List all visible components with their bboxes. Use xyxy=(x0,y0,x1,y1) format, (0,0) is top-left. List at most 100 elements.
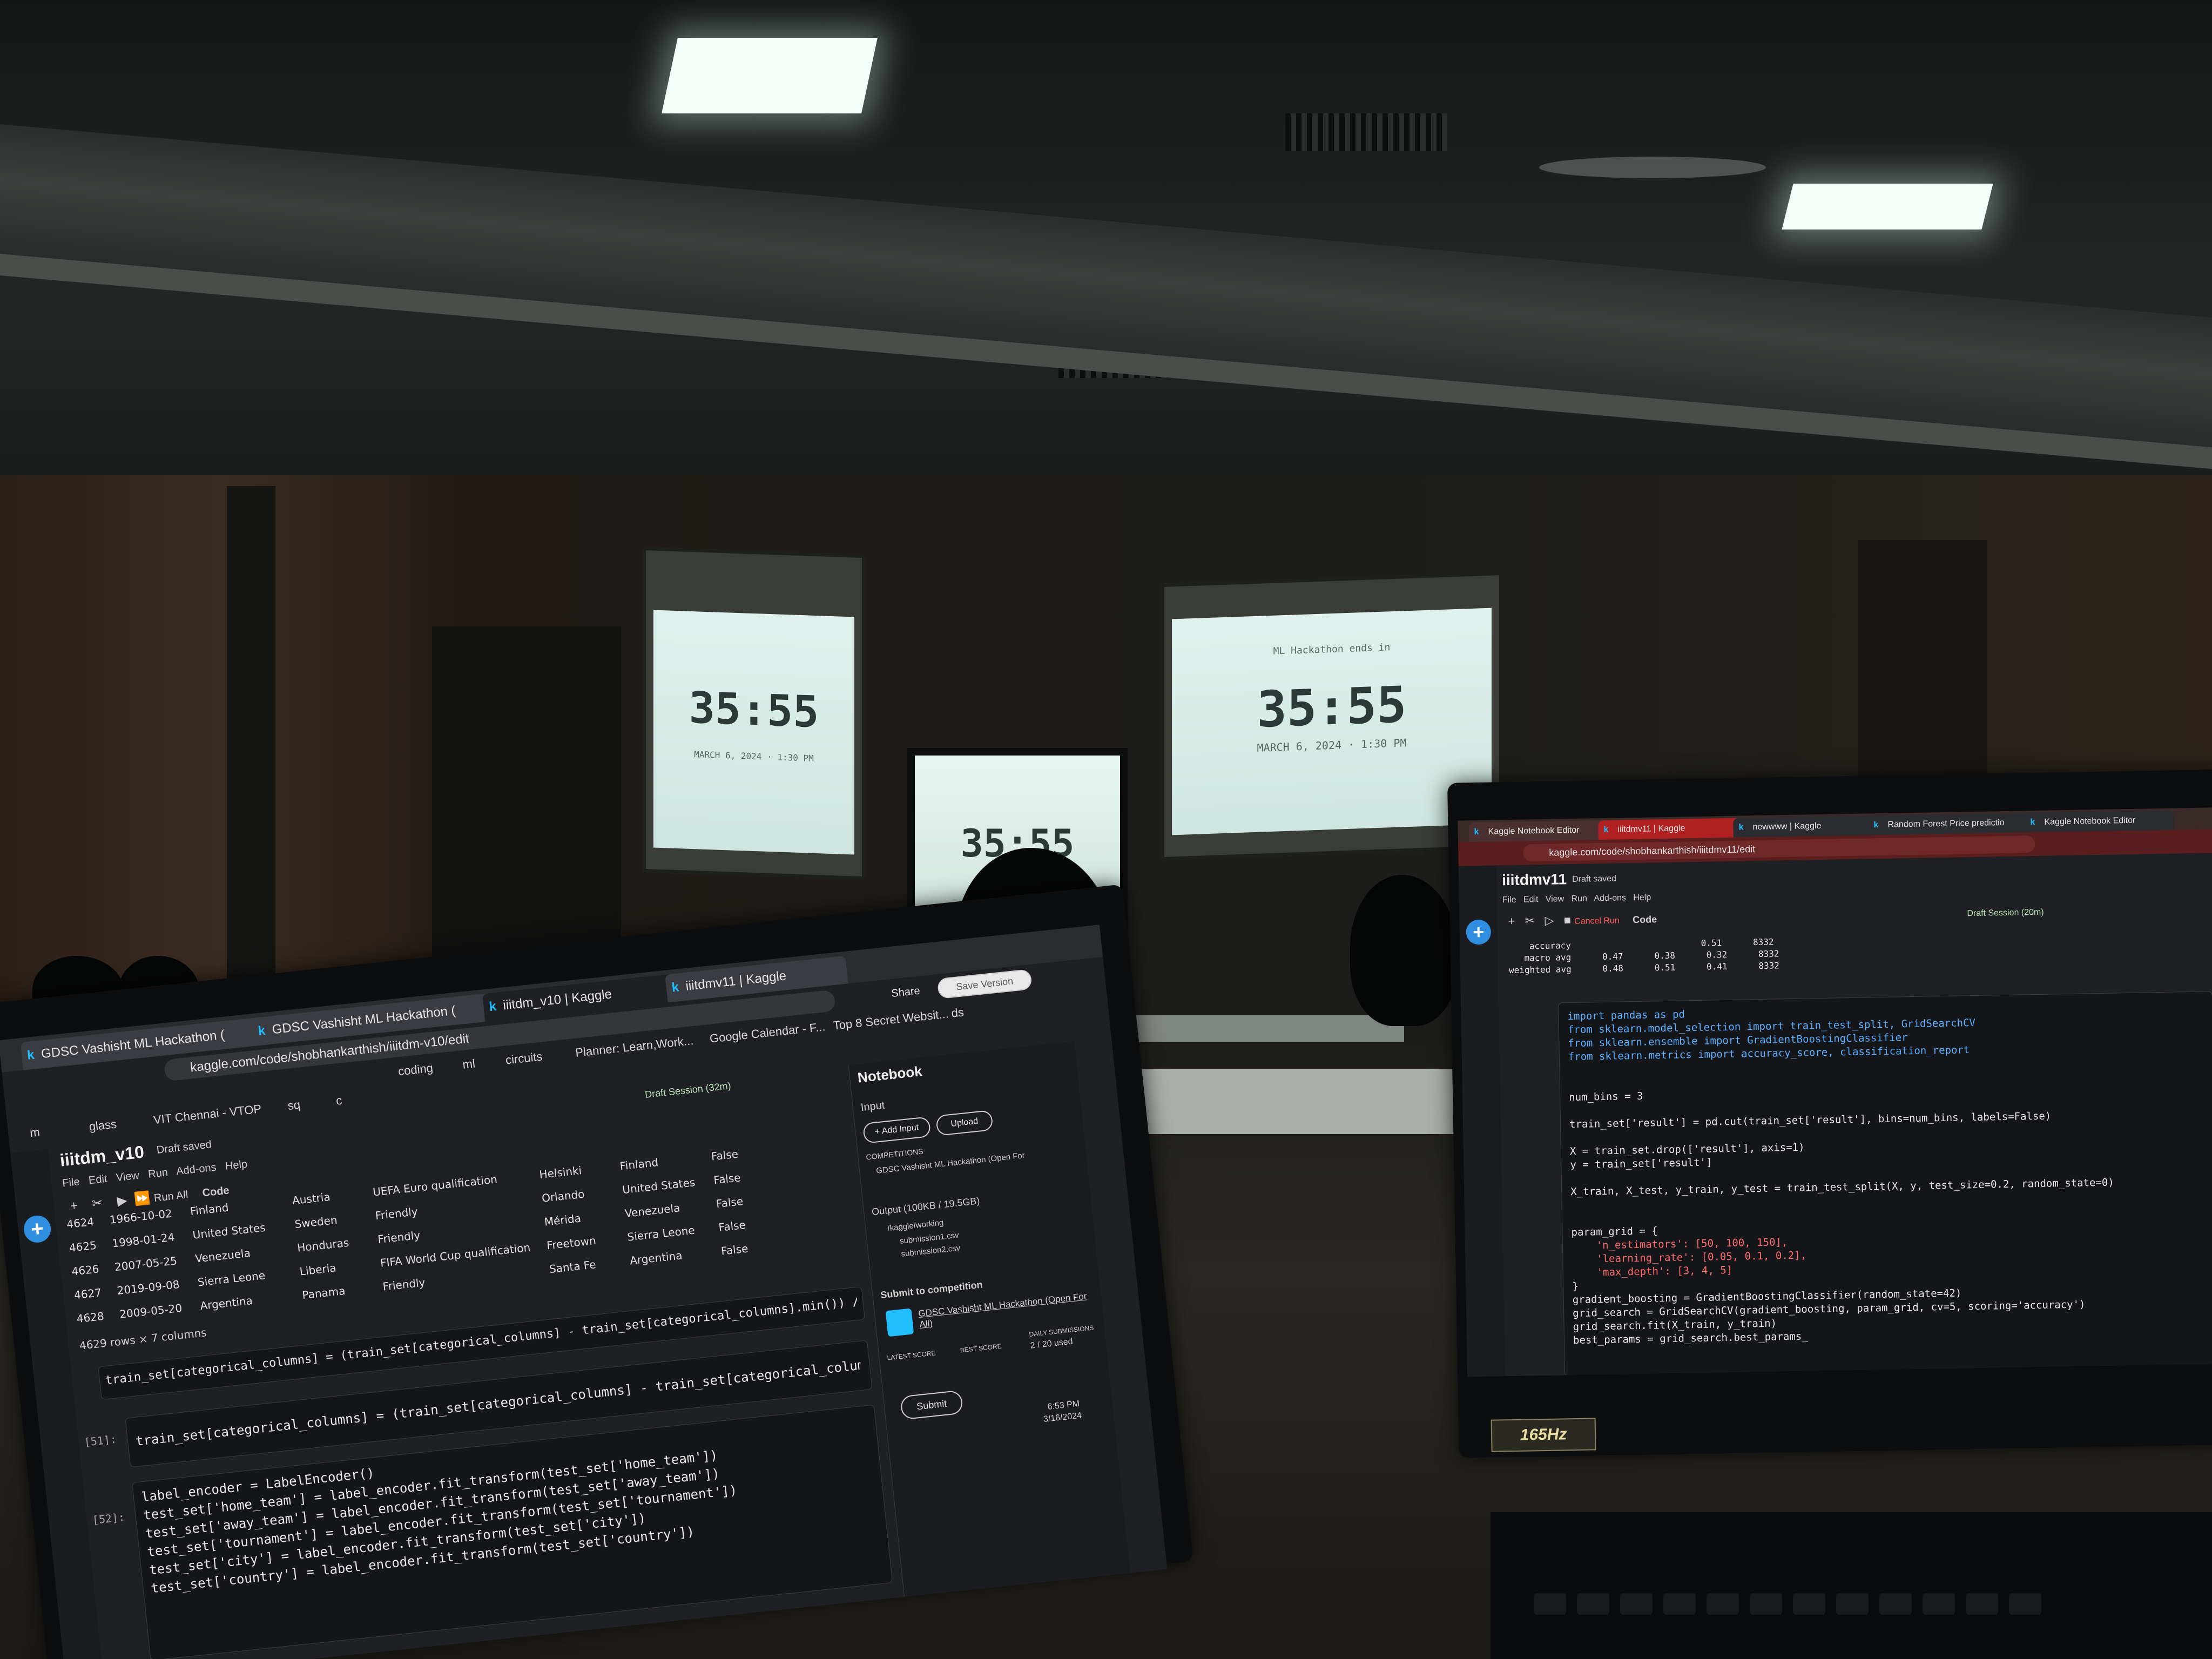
cell-neutral: False xyxy=(713,1171,741,1187)
browser-tab[interactable]: k Kaggle Notebook Editor xyxy=(2025,810,2174,833)
browser-tab[interactable]: k Kaggle Notebook Editor xyxy=(1468,820,1613,842)
run-icon[interactable]: ▷ xyxy=(1545,914,1554,927)
menu-file[interactable]: File xyxy=(1502,895,1516,905)
browser-tab-active[interactable]: k iiitdmv11 | Kaggle xyxy=(1598,818,1748,840)
browser-tab[interactable]: k Random Forest Price predictio xyxy=(1868,812,2039,835)
cell-date: 1966-10-02 xyxy=(109,1206,173,1226)
key xyxy=(2009,1593,2041,1615)
menu-addons[interactable]: Add-ons xyxy=(176,1162,217,1178)
menu-addons[interactable]: Add-ons xyxy=(1594,893,1626,903)
kaggle-icon: k xyxy=(257,1023,266,1039)
bookmark[interactable]: coding xyxy=(397,1061,434,1079)
left-laptop: k GDSC Vashisht ML Hackathon ( k GDSC Vash… xyxy=(0,884,1194,1659)
output-header: Output (100KB / 19.5GB) xyxy=(871,1195,981,1218)
notebook-title[interactable]: iiitdm_v10 xyxy=(59,1142,145,1171)
session-status[interactable]: Draft Session (32m) xyxy=(644,1080,731,1101)
submit-header: Submit to competition xyxy=(880,1279,983,1301)
menu-view[interactable]: View xyxy=(1546,894,1564,904)
add-input-button[interactable]: + Add Input xyxy=(862,1116,932,1144)
countdown-timer: 35:55 xyxy=(1257,676,1407,739)
bookmark[interactable]: sq xyxy=(287,1098,301,1113)
cell-type-select[interactable]: Code xyxy=(1633,914,1657,925)
bookmark[interactable]: c xyxy=(335,1094,343,1108)
tab-label: iiitdm_v10 | Kaggle xyxy=(502,987,613,1013)
folder-item[interactable]: /kaggle/working xyxy=(887,1218,944,1233)
notebook-title[interactable]: iiitdmv11 xyxy=(1502,871,1567,889)
key xyxy=(1620,1593,1653,1615)
stop-icon[interactable]: ■ xyxy=(1563,913,1571,927)
browser-tab[interactable]: k newwww | Kaggle xyxy=(1733,815,1883,838)
upload-button[interactable]: Upload xyxy=(935,1110,994,1136)
cell-city: Helsinki xyxy=(538,1163,583,1182)
bookmark[interactable]: glass xyxy=(88,1117,117,1134)
bookmark[interactable]: m xyxy=(29,1125,41,1140)
code-line: grid_search.fit(X_train, y_train) xyxy=(1573,1317,1777,1333)
submit-competition-link[interactable]: GDSC Vashisht ML Hackathon (Open For All… xyxy=(918,1291,1091,1330)
cell-label: [51]: xyxy=(83,1432,117,1449)
cut-icon[interactable]: ✂ xyxy=(1525,914,1535,927)
file-item[interactable]: submission1.csv xyxy=(899,1231,959,1246)
kaggle-icon: k xyxy=(671,980,680,995)
menu-edit[interactable]: Edit xyxy=(1523,895,1539,904)
cut-icon[interactable]: ✂ xyxy=(91,1196,104,1211)
tab-label: iiitdmv11 | Kaggle xyxy=(685,968,787,994)
cancel-run-button[interactable]: Cancel Run xyxy=(1574,916,1620,926)
cell-away: Panama xyxy=(301,1284,346,1302)
submit-button[interactable]: Submit xyxy=(900,1390,964,1420)
run-icon[interactable]: ▶ xyxy=(117,1193,128,1209)
menu-run[interactable]: Run xyxy=(1571,894,1587,904)
key xyxy=(1750,1593,1782,1615)
session-status[interactable]: Draft Session (20m) xyxy=(1967,908,2044,919)
row-index: 4624 xyxy=(66,1215,95,1231)
tab-label: iiitdmv11 | Kaggle xyxy=(1617,824,1685,834)
cell-away: Honduras xyxy=(296,1236,350,1255)
create-plus-icon[interactable]: + xyxy=(1466,919,1492,945)
bookmark[interactable]: ds xyxy=(950,1005,965,1020)
kaggle-icon: k xyxy=(2030,818,2035,827)
cell-country: Finland xyxy=(619,1156,659,1173)
cell-away: Sweden xyxy=(294,1213,338,1231)
cell-neutral: False xyxy=(710,1147,739,1163)
code-line: 'max_depth': [3, 4, 5] xyxy=(1572,1264,1733,1279)
add-cell-icon[interactable]: + xyxy=(70,1198,79,1213)
cell-city: Freetown xyxy=(546,1233,597,1252)
add-cell-icon[interactable]: + xyxy=(1508,914,1515,928)
draft-status: Draft saved xyxy=(156,1138,212,1156)
best-score-label: BEST SCORE xyxy=(960,1342,1002,1354)
cell-neutral: False xyxy=(720,1242,749,1258)
file-item[interactable]: submission2.csv xyxy=(901,1243,961,1258)
cell-away: Austria xyxy=(291,1190,331,1208)
kaggle-icon: k xyxy=(488,999,497,1015)
key xyxy=(1879,1593,1912,1615)
screen-headline: ML Hackathon ends in xyxy=(1273,642,1391,657)
row-index: 4625 xyxy=(68,1238,97,1255)
kaggle-icon: k xyxy=(1738,822,1744,832)
panel-title: Notebook xyxy=(857,1063,923,1086)
menu-help[interactable]: Help xyxy=(1633,893,1651,902)
bookmark[interactable]: ml xyxy=(462,1057,476,1072)
tab-label: Kaggle Notebook Editor xyxy=(1488,825,1580,837)
screen-display: ML Hackathon ends in 35:55 MARCH 6, 2024… xyxy=(1172,608,1492,835)
menu-edit[interactable]: Edit xyxy=(88,1173,108,1186)
cell-home: Argentina xyxy=(199,1294,253,1313)
run-all-button[interactable]: Run All xyxy=(153,1189,188,1204)
ceiling-vent xyxy=(1285,113,1447,151)
share-button[interactable]: Share xyxy=(878,980,934,1004)
menu-view[interactable]: View xyxy=(116,1170,140,1184)
cell-tournament: UEFA Euro qualification xyxy=(372,1172,498,1199)
classroom-scene: 35:55 MARCH 6, 2024 · 1:30 PM ML Hackath… xyxy=(0,0,2212,1659)
create-plus-icon[interactable]: + xyxy=(22,1214,52,1244)
code-line: } xyxy=(1572,1280,1579,1293)
run-all-icon[interactable]: ⏩ xyxy=(133,1191,151,1207)
taskbar-date: 3/16/2024 xyxy=(1043,1411,1082,1425)
bookmark[interactable]: circuits xyxy=(505,1049,543,1067)
menu-run[interactable]: Run xyxy=(147,1166,168,1181)
row-index: 4628 xyxy=(76,1309,105,1326)
save-version-button[interactable]: Save Version xyxy=(936,969,1033,1000)
cell-type-select[interactable]: Code xyxy=(202,1184,230,1199)
address-field[interactable]: kaggle.com/code/shobhankarthish/iiitdmv1… xyxy=(1523,835,2035,862)
menu-file[interactable]: File xyxy=(62,1176,80,1189)
menu-help[interactable]: Help xyxy=(225,1158,248,1172)
code-cell[interactable]: import pandas as pd from sklearn.model_s… xyxy=(1558,991,2212,1377)
key xyxy=(1923,1593,1955,1615)
